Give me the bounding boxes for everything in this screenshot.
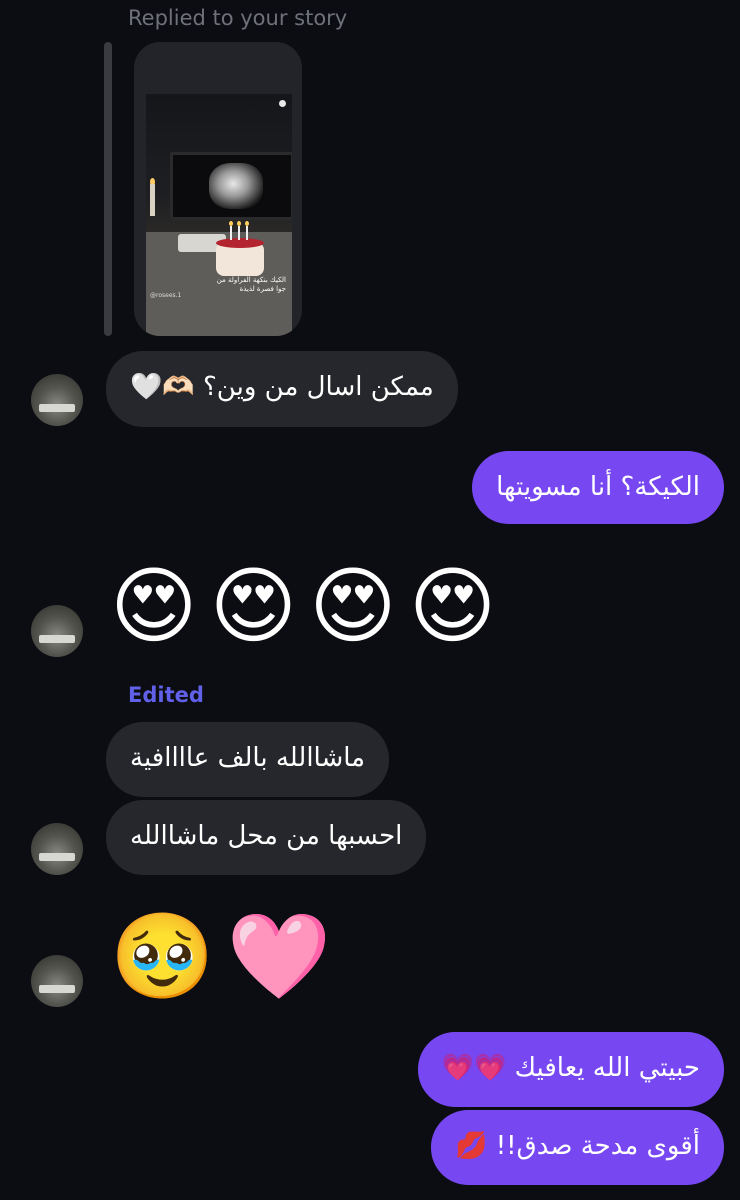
story-reply-caption: Replied to your story (128, 6, 348, 30)
candle-shape (150, 184, 155, 216)
pink-heart-emoji: 🩷 (226, 907, 332, 1005)
message-bubble-sent[interactable]: حبيتي الله يعافيك 💗💗 (417, 1032, 724, 1107)
story-overlay-text: الكيك بنكهة الفراولة من جوا فصرة لذيذة (216, 276, 286, 293)
story-indicator-dot (279, 100, 286, 107)
cake-candle-flame (245, 221, 249, 226)
cake-candle (230, 226, 232, 240)
message-bubble-sent[interactable]: الكيكة؟ أنا مسويتها (472, 451, 724, 524)
message-bubble-sent[interactable]: أقوى مدحة صدق!! 💋 (431, 1110, 724, 1185)
message-bubble-received[interactable]: ممكن اسال من وين؟ 🫶🏻🤍 (106, 351, 458, 427)
emoji-message[interactable]: 🥹 🩷 (110, 908, 331, 1004)
sender-avatar[interactable] (31, 605, 83, 657)
edited-label: Edited (128, 683, 204, 707)
sender-avatar[interactable] (31, 374, 83, 426)
cake-strawberries (216, 238, 264, 248)
heart-eyes-emoji: 😍 (309, 557, 397, 655)
heart-eyes-emoji: 😍 (408, 557, 497, 655)
cake-candle (246, 226, 248, 240)
monitor-wallpaper (209, 163, 263, 209)
sender-avatar[interactable] (31, 955, 83, 1007)
reply-quote-bar (104, 42, 112, 336)
cake-candle-flame (237, 221, 241, 226)
story-handle: @rosees.1 (150, 292, 182, 299)
message-bubble-received[interactable]: احسبها من محل ماشاالله (106, 800, 427, 875)
story-thumbnail-image: الكيك بنكهة الفراولة من جوا فصرة لذيذة @… (146, 94, 292, 336)
heart-eyes-emoji: 😍 (110, 557, 198, 655)
heart-eyes-emoji: 😍 (209, 557, 298, 655)
pleading-face-emoji: 🥹 (110, 907, 215, 1005)
monitor-shape (170, 152, 292, 220)
story-preview-card[interactable]: الكيك بنكهة الفراولة من جوا فصرة لذيذة @… (134, 42, 302, 336)
emoji-message[interactable]: 😍 😍 😍 😍 (110, 558, 496, 654)
message-bubble-received[interactable]: ماشاالله بالف عاااافية (106, 722, 390, 797)
sender-avatar[interactable] (31, 823, 83, 875)
cake-candle (238, 226, 240, 240)
cake-candle-flame (229, 221, 233, 226)
